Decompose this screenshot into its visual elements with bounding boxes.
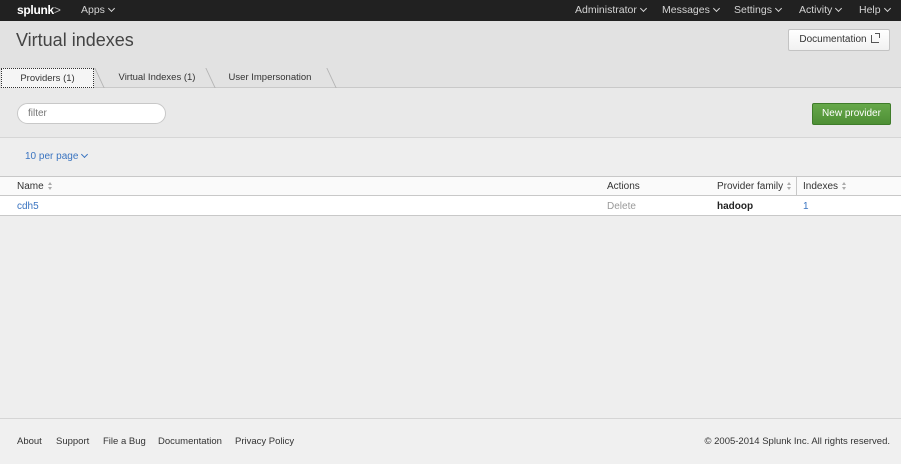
administrator-menu-label: Administrator — [575, 4, 637, 16]
provider-name-link[interactable]: cdh5 — [17, 201, 39, 212]
documentation-button[interactable]: Documentation — [788, 29, 890, 51]
page-header: Virtual indexes Documentation — [0, 21, 901, 68]
filter-bar: New provider — [0, 88, 901, 138]
chevron-down-icon — [774, 4, 782, 13]
column-divider — [796, 177, 797, 196]
delete-action-link[interactable]: Delete — [607, 201, 636, 212]
settings-menu-label: Settings — [734, 4, 772, 16]
apps-menu-label: Apps — [81, 4, 105, 16]
new-provider-button[interactable]: New provider — [812, 103, 891, 125]
table-row: cdh5 Delete hadoop 1 — [0, 196, 901, 216]
splunk-logo[interactable]: splunk> — [17, 3, 61, 17]
activity-menu-label: Activity — [799, 4, 833, 16]
column-header-label: Provider family — [717, 181, 784, 192]
footer-link-support[interactable]: Support — [56, 436, 89, 447]
sort-icon — [842, 182, 847, 190]
logo-suffix: > — [53, 3, 61, 17]
tab-providers[interactable]: Providers (1) — [1, 68, 94, 88]
table-header: Name Actions Provider family Indexes — [0, 176, 901, 196]
indexes-count-link[interactable]: 1 — [803, 201, 809, 212]
messages-menu[interactable]: Messages — [662, 4, 720, 16]
content-area — [0, 216, 901, 418]
footer-link-about[interactable]: About — [17, 436, 42, 447]
sort-icon — [47, 182, 53, 190]
column-header-provider-family[interactable]: Provider family — [717, 181, 792, 192]
help-menu-label: Help — [859, 4, 881, 16]
apps-menu[interactable]: Apps — [81, 4, 115, 16]
footer-link-privacy-policy[interactable]: Privacy Policy — [235, 436, 294, 447]
provider-family-value: hadoop — [717, 201, 754, 212]
chevron-down-icon — [107, 4, 115, 13]
sort-icon — [787, 182, 792, 190]
column-header-label: Indexes — [803, 181, 839, 192]
administrator-menu[interactable]: Administrator — [575, 4, 647, 16]
column-header-indexes[interactable]: Indexes — [803, 181, 847, 192]
footer-link-documentation[interactable]: Documentation — [158, 436, 222, 447]
chevron-down-icon — [835, 4, 843, 13]
top-navigation-bar: splunk> Apps Administrator Messages Sett… — [0, 0, 901, 21]
filter-input[interactable] — [17, 103, 166, 124]
help-menu[interactable]: Help — [859, 4, 891, 16]
tab-user-impersonation[interactable]: User Impersonation — [215, 68, 325, 88]
chevron-down-icon — [883, 4, 891, 13]
copyright-text: © 2005-2014 Splunk Inc. All rights reser… — [704, 436, 891, 447]
messages-menu-label: Messages — [662, 4, 710, 16]
tab-bar: Providers (1) Virtual Indexes (1) User I… — [0, 68, 901, 88]
chevron-down-icon — [712, 4, 720, 13]
column-header-actions: Actions — [607, 181, 640, 192]
footer: About Support File a Bug Documentation P… — [0, 418, 901, 464]
documentation-button-label: Documentation — [799, 34, 867, 45]
per-page-dropdown[interactable]: 10 per page — [25, 150, 89, 162]
logo-text: splunk — [17, 3, 54, 17]
activity-menu[interactable]: Activity — [799, 4, 843, 16]
page-title: Virtual indexes — [16, 30, 134, 50]
per-page-label: 10 per page — [25, 151, 79, 162]
tab-virtual-indexes[interactable]: Virtual Indexes (1) — [102, 68, 212, 88]
chevron-down-icon — [81, 150, 89, 159]
settings-menu[interactable]: Settings — [734, 4, 782, 16]
column-header-name[interactable]: Name — [17, 181, 53, 192]
tab-divider — [326, 68, 337, 88]
column-header-label: Name — [17, 181, 44, 192]
footer-link-file-a-bug[interactable]: File a Bug — [103, 436, 146, 447]
external-link-icon — [870, 33, 880, 43]
chevron-down-icon — [639, 4, 647, 13]
paging-bar: 10 per page — [0, 138, 901, 176]
